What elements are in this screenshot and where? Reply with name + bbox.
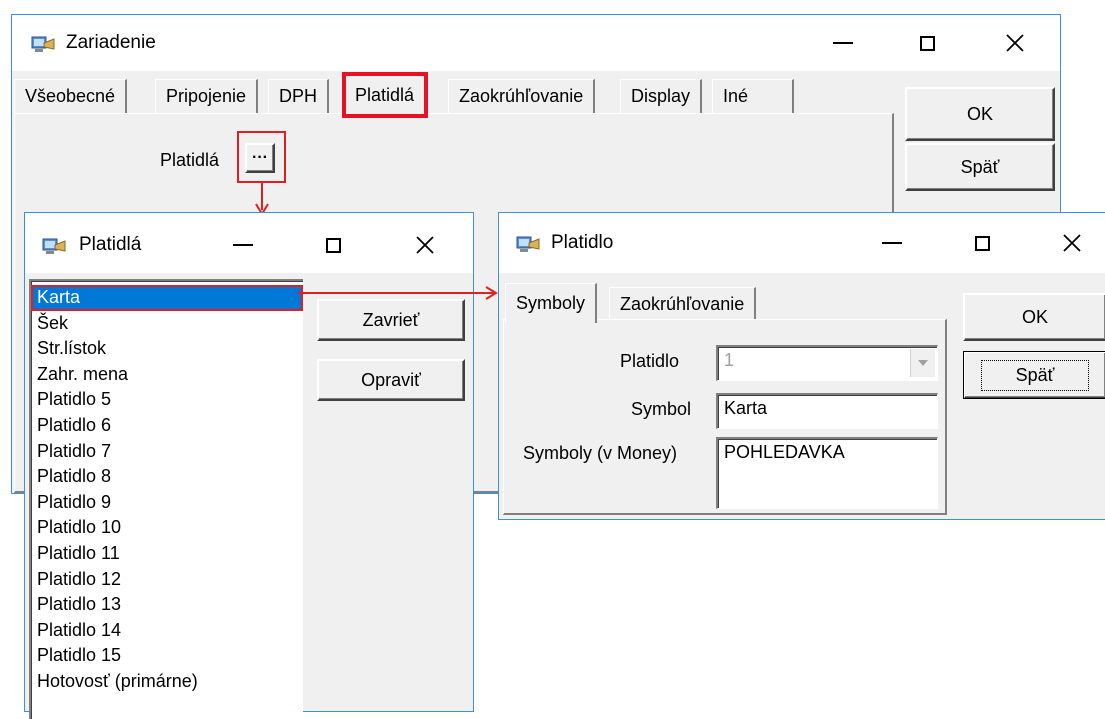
- tab-zaokruhlovanie[interactable]: Zaokrúhľovanie: [448, 79, 596, 113]
- tab-symboly[interactable]: Symboly: [505, 283, 598, 323]
- symbol-label: Symbol: [631, 399, 692, 419]
- list-item[interactable]: Platidlo 11: [31, 541, 303, 567]
- dropdown-arrow-icon[interactable]: [910, 349, 935, 377]
- list-item[interactable]: Platidlo 9: [31, 490, 303, 516]
- platidlo-titlebar[interactable]: Platidlo: [499, 213, 1105, 273]
- list-item[interactable]: Platidlo 14: [31, 618, 303, 644]
- annotation-arrow-down: [255, 182, 269, 216]
- list-item[interactable]: Platidlo 15: [31, 643, 303, 669]
- list-item[interactable]: Platidlo 13: [31, 592, 303, 618]
- list-item[interactable]: Karta: [31, 285, 303, 311]
- window-title: Zariadenie: [66, 32, 156, 53]
- spat-button[interactable]: Späť: [963, 351, 1105, 399]
- list-item[interactable]: Str.lístok: [31, 336, 303, 362]
- platidlo-select[interactable]: 1: [716, 345, 938, 381]
- opravit-button[interactable]: Opraviť: [317, 359, 465, 401]
- maximize-icon[interactable]: [904, 23, 950, 63]
- close-icon[interactable]: [1049, 223, 1095, 263]
- symboly-textarea[interactable]: POHLEDAVKA: [716, 437, 938, 509]
- platidla-titlebar[interactable]: Platidlá: [25, 213, 473, 273]
- list-item[interactable]: Platidlo 8: [31, 464, 303, 490]
- close-icon[interactable]: [992, 23, 1038, 63]
- tab-platidla[interactable]: Platidlá: [341, 72, 429, 118]
- platidla-ellipsis-button[interactable]: ···: [245, 143, 275, 173]
- window-title: Platidlo: [551, 232, 614, 253]
- platidlo-label: Platidlo: [620, 351, 680, 371]
- maximize-icon[interactable]: [310, 225, 356, 265]
- tab-pripojenie[interactable]: Pripojenie: [155, 79, 259, 113]
- zariadenie-titlebar[interactable]: Zariadenie: [12, 15, 1060, 71]
- platidla-listbox[interactable]: Karta Šek Str.lístok Zahr. mena Platidlo…: [29, 279, 303, 719]
- list-item[interactable]: Šek: [31, 311, 303, 337]
- list-item[interactable]: Platidlo 12: [31, 567, 303, 593]
- computer-app-icon: [515, 231, 541, 257]
- zavriet-button[interactable]: Zavrieť: [317, 299, 465, 341]
- annotation-arrow-right: [298, 286, 498, 300]
- list-item[interactable]: Platidlo 5: [31, 387, 303, 413]
- maximize-icon[interactable]: [959, 223, 1005, 263]
- tab-display[interactable]: Display: [620, 79, 703, 113]
- spat-button[interactable]: Späť: [905, 143, 1055, 191]
- tab-zaokruhlovanie[interactable]: Zaokrúhľovanie: [609, 287, 757, 321]
- ok-button[interactable]: OK: [905, 87, 1055, 141]
- list-item[interactable]: Hotovosť (primárne): [31, 669, 303, 695]
- computer-app-icon: [30, 31, 56, 57]
- computer-app-icon: [41, 233, 67, 259]
- symbol-field[interactable]: Karta: [716, 393, 938, 429]
- platidla-label: Platidlá: [160, 150, 220, 170]
- tab-vseobecne[interactable]: Všeobecné: [14, 79, 128, 113]
- tab-ine[interactable]: Iné: [712, 79, 794, 113]
- close-icon[interactable]: [402, 225, 448, 265]
- list-item[interactable]: Platidlo 7: [31, 439, 303, 465]
- list-item[interactable]: Zahr. mena: [31, 362, 303, 388]
- window-title: Platidlá: [79, 234, 142, 255]
- tab-dph[interactable]: DPH: [268, 79, 330, 113]
- minimize-icon[interactable]: [869, 223, 915, 263]
- platidlo-window: Platidlo Symboly Zaokrúhľovanie Platidlo…: [498, 212, 1105, 520]
- list-item[interactable]: Platidlo 10: [31, 515, 303, 541]
- symboly-label: Symboly (v Money): [523, 443, 678, 463]
- ok-button[interactable]: OK: [963, 293, 1105, 341]
- minimize-icon[interactable]: [220, 225, 266, 265]
- minimize-icon[interactable]: [820, 23, 866, 63]
- list-item[interactable]: Platidlo 6: [31, 413, 303, 439]
